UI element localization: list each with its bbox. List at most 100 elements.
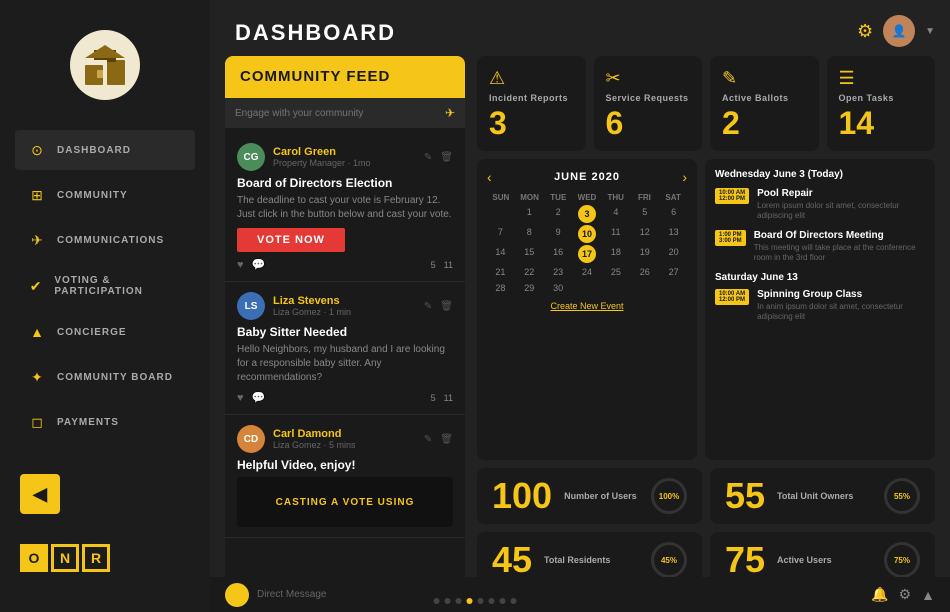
cal-day[interactable]: 11 <box>602 225 629 243</box>
feed-item-title: Helpful Video, enjoy! <box>237 458 453 472</box>
delete-icon[interactable]: 🗑 <box>440 301 453 312</box>
cal-day-name: TUE <box>544 193 572 202</box>
dot[interactable] <box>445 598 451 604</box>
cal-day[interactable]: 14 <box>487 245 514 263</box>
cal-day[interactable]: 9 <box>545 225 572 243</box>
cal-day-active[interactable]: 17 <box>578 245 596 263</box>
cal-day[interactable]: 8 <box>516 225 543 243</box>
dot-active[interactable] <box>467 598 473 604</box>
sidebar-item-dashboard[interactable]: ⊙ DASHBOARD <box>15 130 195 170</box>
cal-day[interactable]: 30 <box>545 281 572 295</box>
calendar-month: JUNE 2020 <box>554 171 620 183</box>
cal-day[interactable]: 18 <box>602 245 629 263</box>
cal-day[interactable]: 15 <box>516 245 543 263</box>
sidebar-item-community[interactable]: ⊞ COMMUNITY <box>15 175 195 215</box>
event-title: Pool Repair <box>757 188 925 199</box>
cal-day[interactable]: 16 <box>545 245 572 263</box>
sidebar-item-communications[interactable]: ✈ COMMUNICATIONS <box>15 220 195 260</box>
scissors-icon: ✂ <box>606 68 621 89</box>
sidebar-item-community-board[interactable]: ✦ COMMUNITY BOARD <box>15 357 195 397</box>
sidebar-item-payments[interactable]: ◻ PAYMENTS <box>15 402 195 442</box>
feed-author-info: Liza Stevens Liza Gomez · 1 min <box>273 295 416 317</box>
cal-day[interactable]: 1 <box>516 205 543 223</box>
cal-prev-btn[interactable]: ‹ <box>487 169 492 185</box>
arrow-left-icon: ◀ <box>33 484 47 505</box>
calendar-grid: SUN MON TUE WED THU FRI SAT 1 2 3 <box>487 193 687 295</box>
stat-card-active-ballots: ✎ Active Ballots 2 <box>710 56 819 151</box>
cal-day[interactable]: 4 <box>602 205 629 223</box>
video-thumbnail[interactable]: CASTING A VOTE USING <box>237 477 453 527</box>
cal-day[interactable]: 26 <box>631 265 658 279</box>
cal-day[interactable]: 12 <box>631 225 658 243</box>
notification-icon[interactable]: 🔔 <box>871 586 888 603</box>
feed-author-name: Carl Damond <box>273 428 416 440</box>
communications-icon: ✈ <box>27 230 47 250</box>
cal-day[interactable]: 21 <box>487 265 514 279</box>
like-count: 5 <box>431 260 436 270</box>
edit-icon[interactable]: ✎ <box>424 434 432 445</box>
vote-button[interactable]: VOTE NOW <box>237 228 345 252</box>
cal-day-active[interactable]: 10 <box>578 225 596 243</box>
dot[interactable] <box>511 598 517 604</box>
edit-icon[interactable]: ✎ <box>424 301 432 312</box>
feed-author-role: Liza Gomez · 5 mins <box>273 440 416 450</box>
cal-day[interactable]: 22 <box>516 265 543 279</box>
user-avatar[interactable]: 👤 <box>883 15 915 47</box>
cal-day[interactable]: 29 <box>516 281 543 295</box>
cal-day-active[interactable]: 3 <box>578 205 596 223</box>
cal-day[interactable]: 6 <box>660 205 687 223</box>
feed-item: LS Liza Stevens Liza Gomez · 1 min ✎ 🗑 B… <box>225 282 465 415</box>
sidebar-item-voting[interactable]: ✔ VOTING & PARTICIPATION <box>15 265 195 307</box>
brand-logo: O N R <box>20 544 190 572</box>
stat-value: 14 <box>839 107 875 139</box>
dot[interactable] <box>478 598 484 604</box>
dot[interactable] <box>500 598 506 604</box>
cal-day[interactable]: 24 <box>574 265 601 279</box>
cal-day[interactable]: 7 <box>487 225 514 243</box>
chevron-up-icon[interactable]: ▲ <box>921 587 935 603</box>
delete-icon[interactable]: 🗑 <box>440 152 453 163</box>
cal-day[interactable]: 5 <box>631 205 658 223</box>
sidebar-item-concierge[interactable]: ▲ CONCIERGE <box>15 312 195 352</box>
create-event-link[interactable]: Create New Event <box>487 301 687 311</box>
message-area: Direct Message <box>225 583 326 607</box>
stat-card-total-owners: 55 Total Unit Owners 55% <box>710 468 935 524</box>
cal-day[interactable]: 20 <box>660 245 687 263</box>
cal-day-name: SUN <box>487 193 515 202</box>
event-time: 1:00 PM 3:00 PM <box>715 230 746 246</box>
feed-author-info: Carol Green Property Manager · 1mo <box>273 146 416 168</box>
tasks-icon: ☰ <box>839 68 855 89</box>
comment-icon[interactable]: 💬 <box>252 391 266 404</box>
cal-day-name: WED <box>573 193 601 202</box>
dot[interactable] <box>434 598 440 604</box>
cal-day[interactable]: 19 <box>631 245 658 263</box>
heart-icon[interactable]: ♥ <box>237 392 244 404</box>
comment-icon[interactable]: 💬 <box>252 258 266 271</box>
feed-search-input[interactable] <box>235 108 437 119</box>
cal-day[interactable]: 13 <box>660 225 687 243</box>
settings-icon[interactable]: ⚙ <box>857 21 873 42</box>
stat-card-open-tasks: ☰ Open Tasks 14 <box>827 56 936 151</box>
delete-icon[interactable]: 🗑 <box>440 434 453 445</box>
cal-day[interactable]: 2 <box>545 205 572 223</box>
cal-next-btn[interactable]: › <box>682 169 687 185</box>
cal-day[interactable]: 23 <box>545 265 572 279</box>
brand-letter-n: N <box>51 544 79 572</box>
cal-day[interactable]: 25 <box>602 265 629 279</box>
dot[interactable] <box>456 598 462 604</box>
stat-label: Number of Users <box>564 491 639 501</box>
warning-icon: ⚠ <box>489 68 505 89</box>
stat-label: Active Ballots <box>722 93 789 103</box>
gauge-text: 100% <box>659 492 679 501</box>
payments-icon: ◻ <box>27 412 47 432</box>
cal-day[interactable]: 27 <box>660 265 687 279</box>
edit-icon[interactable]: ✎ <box>424 152 432 163</box>
dot[interactable] <box>489 598 495 604</box>
settings-icon[interactable]: ⚙ <box>899 586 912 603</box>
heart-icon[interactable]: ♥ <box>237 259 244 271</box>
collapse-btn[interactable]: ◀ <box>20 474 60 514</box>
feed-panel: COMMUNITY FEED ✈ CG Carol Green Property… <box>225 56 465 588</box>
feed-title: COMMUNITY FEED <box>240 68 390 85</box>
cal-day[interactable]: 28 <box>487 281 514 295</box>
chevron-down-icon[interactable]: ▼ <box>925 26 935 37</box>
